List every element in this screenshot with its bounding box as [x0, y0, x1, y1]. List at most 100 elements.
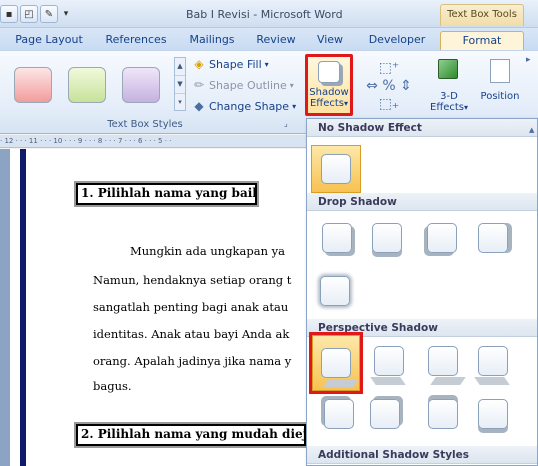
shadow-preview-icon: [427, 223, 457, 253]
paragraph-line: orang. Apalah jadinya jika nama y: [93, 354, 292, 368]
chevron-down-icon: ▾: [264, 59, 269, 69]
shadow-effects-label: Shadow Effects▾: [308, 87, 350, 109]
change-shape-label: Change Shape: [209, 99, 290, 113]
shadow-preview-icon: [321, 348, 351, 378]
perspective-shadow-option-2[interactable]: [369, 341, 409, 381]
shadow-preview-icon: [478, 223, 508, 253]
3d-label: 3-D: [440, 91, 458, 102]
shadow-preview-icon: [370, 399, 400, 429]
window-title: Bab I Revisi - Microsoft Word: [186, 8, 343, 21]
shadow-effects-button[interactable]: Shadow Effects▾: [305, 54, 353, 116]
tab-mailings[interactable]: Mailings: [182, 31, 242, 50]
chevron-down-icon: ▾: [343, 99, 348, 108]
3d-effects-sub-label: Effects: [430, 102, 464, 113]
shadow-preview-icon: [372, 223, 402, 253]
shadow-preview-icon: [478, 399, 508, 429]
quick-access-toolbar: ▪ ◰ ✎ ▾: [0, 4, 72, 24]
nudge-down-icon[interactable]: ⬚₊: [358, 95, 420, 113]
paragraph-line: bagus.: [93, 379, 132, 393]
perspective-shadow-option-6[interactable]: [365, 394, 405, 434]
section-no-shadow: No Shadow Effect ▲: [307, 119, 537, 137]
heading-text-box-1[interactable]: 1. Pilihlah nama yang baik: [74, 181, 259, 207]
drop-shadow-bottom-left[interactable]: [422, 218, 462, 258]
shape-fill-label: Shape Fill: [209, 57, 262, 71]
shadow-box-icon: [318, 61, 340, 83]
shape-fill-button[interactable]: ◈ Shape Fill ▾: [192, 55, 269, 73]
perspective-shadow-option-3[interactable]: [423, 341, 463, 381]
shadow-preview-icon: [478, 346, 508, 376]
shadow-label: Shadow: [309, 87, 349, 98]
nudge-up-icon[interactable]: ⬚⁺: [358, 59, 420, 77]
shadow-preview-icon: [321, 154, 351, 184]
3d-effects-button[interactable]: 3-D Effects▾: [430, 55, 468, 115]
horizontal-ruler[interactable]: · 12 · · · 11 · · · 10 · · · 9 · · · 8 ·…: [0, 135, 306, 148]
drop-shadow-bottom-right[interactable]: [317, 218, 357, 258]
effects-label: Effects: [309, 98, 344, 109]
gallery-down-icon[interactable]: ▼: [175, 76, 185, 94]
perspective-shadow-option-4[interactable]: [473, 341, 513, 381]
nudge-shadow-controls: ⬚⁺ ⇔ % ⇕ ⬚₊: [358, 59, 420, 113]
gallery-more-icon[interactable]: ▾: [175, 94, 185, 112]
3d-cube-icon: [438, 59, 458, 79]
drop-shadow-center[interactable]: [315, 271, 355, 311]
heading-text-box-2[interactable]: 2. Pilihlah nama yang mudah dieja: [74, 422, 308, 448]
section-label: Drop Shadow: [318, 196, 397, 208]
page-margin-bar: [20, 149, 26, 466]
page-position-icon: [490, 59, 510, 83]
style-gallery-scroll[interactable]: ▲ ▼ ▾: [174, 57, 186, 111]
tab-view[interactable]: View: [310, 31, 350, 50]
shadow-preview-icon: [322, 223, 352, 253]
tab-review[interactable]: Review: [252, 31, 300, 50]
paragraph-line: sangatlah penting bagi anak atau: [93, 300, 289, 314]
perspective-shadow-option-5[interactable]: [319, 394, 359, 434]
chevron-down-icon: ▾: [292, 101, 297, 111]
3d-effects-label: 3-D Effects▾: [430, 91, 468, 113]
chevron-down-icon: ▾: [464, 103, 469, 112]
text-box-style-purple[interactable]: [122, 67, 160, 103]
shape-outline-button[interactable]: ✏ Shape Outline ▾: [192, 76, 294, 94]
change-shape-button[interactable]: ◆ Change Shape ▾: [192, 97, 296, 115]
shadow-preview-icon: [428, 346, 458, 376]
pencil-icon: ✏: [193, 78, 205, 92]
gallery-up-icon[interactable]: ▲: [175, 58, 185, 76]
section-label: Perspective Shadow: [318, 322, 438, 334]
shadow-preview-icon: [374, 346, 404, 376]
perspective-shadow-option-7[interactable]: [423, 394, 463, 434]
perspective-shadow-option-1[interactable]: [309, 332, 363, 394]
tab-references[interactable]: References: [100, 31, 172, 50]
paragraph-line: Mungkin ada ungkapan ya: [130, 244, 286, 258]
shadow-preview-icon: [324, 399, 354, 429]
shadow-toggle-icon[interactable]: ⇔ % ⇕: [358, 77, 420, 95]
text-box-style-green[interactable]: [68, 67, 106, 103]
tab-format[interactable]: Format: [440, 31, 524, 50]
ribbon-tabs: Page Layout References Mailings Review V…: [0, 28, 538, 50]
paragraph-line: identitas. Anak atau bayi Anda ak: [93, 327, 290, 341]
position-button[interactable]: Position: [478, 55, 522, 115]
more-commands-icon[interactable]: ▸: [526, 55, 538, 125]
chevron-down-icon: ▾: [289, 80, 294, 90]
edit-icon[interactable]: ✎: [40, 5, 58, 23]
shadow-preview-icon: [320, 276, 350, 306]
shadow-preview-icon: [428, 399, 458, 429]
text-box-style-red[interactable]: [14, 67, 52, 103]
perspective-shadow-option-8[interactable]: [473, 394, 513, 434]
paint-bucket-icon: ◈: [194, 57, 204, 71]
no-shadow-option[interactable]: [311, 145, 361, 193]
dialog-launcher-icon[interactable]: ⌟: [284, 119, 294, 129]
save-icon[interactable]: ▪: [0, 5, 18, 23]
drop-shadow-bottom[interactable]: [367, 218, 407, 258]
drop-shadow-right[interactable]: [473, 218, 513, 258]
tab-developer[interactable]: Developer: [362, 31, 432, 50]
group-label-text-box-styles: Text Box Styles: [107, 119, 183, 130]
position-label: Position: [480, 91, 520, 102]
section-drop-shadow: Drop Shadow: [307, 193, 537, 211]
section-label: No Shadow Effect: [318, 122, 422, 134]
scroll-up-icon[interactable]: ▲: [529, 121, 537, 135]
print-preview-icon[interactable]: ◰: [20, 5, 38, 23]
contextual-tab-group: Text Box Tools: [440, 4, 524, 26]
shadow-effects-gallery: No Shadow Effect ▲ Drop Shadow Perspecti…: [306, 118, 538, 466]
shapes-icon: ◆: [194, 99, 204, 113]
customize-icon[interactable]: ▾: [60, 9, 72, 19]
tab-page-layout[interactable]: Page Layout: [10, 31, 88, 50]
section-label: Additional Shadow Styles: [318, 449, 470, 461]
